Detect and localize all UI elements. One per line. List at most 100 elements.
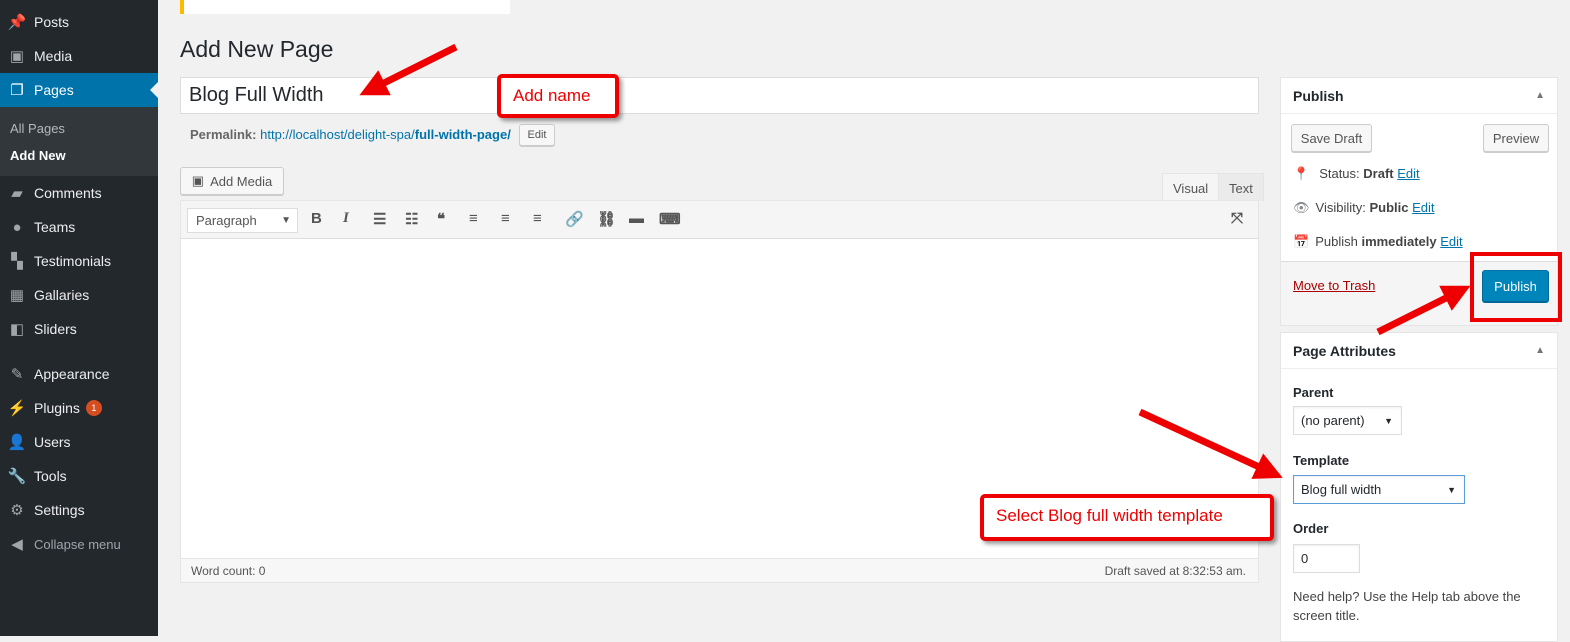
permalink: Permalink: http://localhost/delight-spa/…: [190, 127, 511, 142]
collapse-toggle-icon[interactable]: ▲: [1535, 90, 1545, 101]
pin-icon: 📍: [1293, 166, 1310, 181]
eye-icon: 👁: [1293, 200, 1310, 215]
label: Plugins: [34, 400, 80, 416]
pages-icon: ❐: [10, 82, 24, 99]
align-right-icon[interactable]: ≡: [533, 210, 542, 227]
label: Tools: [34, 468, 67, 484]
add-media-button[interactable]: ▣ Add Media: [180, 167, 284, 195]
admin-notice: [180, 0, 510, 14]
settings-icon: ⚙: [10, 502, 24, 519]
draft-saved: Draft saved at 8:32:53 am.: [1104, 564, 1246, 578]
label: Settings: [34, 502, 85, 518]
read-more-icon[interactable]: ▬: [629, 210, 644, 227]
sidebar-item-users[interactable]: 👤 Users: [0, 425, 158, 459]
collapse-toggle-icon[interactable]: ▲: [1535, 345, 1545, 356]
sidebar-item-pages[interactable]: ❐ Pages: [0, 73, 158, 107]
align-center-icon[interactable]: ≡: [501, 210, 510, 227]
visibility-row: 👁 Visibility: Public Edit: [1293, 200, 1435, 215]
word-count: Word count: 0: [191, 564, 266, 578]
parent-label: Parent: [1293, 385, 1334, 400]
numbered-list-icon[interactable]: ☷: [405, 210, 418, 228]
status-edit-link[interactable]: Edit: [1397, 166, 1419, 181]
brush-icon: ✎: [10, 366, 24, 383]
label: Collapse menu: [34, 536, 121, 552]
user-icon: 👤: [7, 434, 27, 451]
sidebar-item-plugins[interactable]: ⚡ Plugins 1: [0, 391, 158, 425]
sidebar-item-settings[interactable]: ⚙ Settings: [0, 493, 158, 527]
template-select[interactable]: Blog full width ▼: [1293, 475, 1465, 504]
preview-button[interactable]: Preview: [1483, 124, 1549, 152]
sidebar-item-appearance[interactable]: ✎ Appearance: [0, 357, 158, 391]
status-row: 📍 Status: Draft Edit: [1293, 166, 1420, 181]
page-attributes-box: Page Attributes ▲ Parent (no parent) ▼ Tem…: [1280, 332, 1558, 642]
calendar-icon: 📅: [1293, 234, 1310, 249]
callout-add-name: Add name: [497, 74, 619, 118]
tab-visual[interactable]: Visual: [1162, 173, 1220, 201]
order-label: Order: [1293, 521, 1329, 536]
sidebar-item-gallaries[interactable]: ▦ Gallaries: [0, 278, 158, 312]
submenu-all-pages[interactable]: All Pages: [10, 121, 65, 136]
format-select[interactable]: Paragraph ▼: [187, 208, 298, 233]
toolbar-toggle-icon[interactable]: ⌨: [659, 210, 681, 228]
admin-sidebar: 📌 Posts ▣ Media ❐ Pages All Pages Add New ▰…: [0, 0, 158, 636]
slides-icon: ◧: [9, 321, 25, 338]
callout-select-template: Select Blog full width template: [980, 494, 1274, 541]
media-icon: ▣: [191, 173, 205, 188]
editor-toolbar: Paragraph ▼ B I ☰ ☷ ❝ ≡ ≡ ≡ 🔗 ⛓ ▬ ⌨ ⤧: [181, 201, 1258, 239]
media-icon: ▣: [9, 48, 25, 65]
permalink-link[interactable]: http://localhost/delight-spa/full-width-…: [260, 127, 511, 142]
template-label: Template: [1293, 453, 1350, 468]
sidebar-item-media[interactable]: ▣ Media: [0, 39, 158, 73]
permalink-label: Permalink:: [190, 127, 257, 142]
sidebar-item-comments[interactable]: ▰ Comments: [0, 176, 158, 210]
label: Sliders: [34, 321, 77, 337]
permalink-edit-button[interactable]: Edit: [519, 124, 555, 146]
align-left-icon[interactable]: ≡: [469, 210, 478, 227]
publish-title: Publish: [1293, 88, 1344, 104]
label: Media: [34, 48, 73, 64]
parent-select[interactable]: (no parent) ▼: [1293, 406, 1402, 435]
label: Pages: [34, 82, 74, 98]
label: Testimonials: [34, 253, 112, 269]
collapse-icon: ◀: [11, 536, 23, 553]
sidebar-item-teams[interactable]: ● Teams: [0, 210, 158, 244]
bullet-list-icon[interactable]: ☰: [373, 210, 386, 228]
groups-icon: ●: [12, 218, 22, 236]
visibility-edit-link[interactable]: Edit: [1412, 200, 1434, 215]
link-icon[interactable]: 🔗: [565, 210, 584, 228]
page-title: Add New Page: [180, 36, 334, 62]
update-badge: 1: [85, 400, 102, 416]
plugin-icon: ⚡: [7, 400, 27, 417]
order-input[interactable]: 0: [1293, 544, 1360, 573]
tab-text[interactable]: Text: [1218, 173, 1264, 201]
bold-icon[interactable]: B: [311, 210, 322, 227]
wrench-icon: 🔧: [7, 468, 27, 485]
save-draft-button[interactable]: Save Draft: [1291, 124, 1372, 152]
label: Gallaries: [34, 287, 90, 303]
label: Appearance: [34, 366, 110, 382]
schedule-edit-link[interactable]: Edit: [1440, 234, 1462, 249]
label: Posts: [34, 14, 70, 30]
unlink-icon[interactable]: ⛓: [597, 210, 616, 228]
gallery-icon: ▦: [9, 287, 25, 304]
editor-status-bar: Word count: 0 Draft saved at 8:32:53 am.: [181, 558, 1258, 582]
pages-submenu: All Pages Add New: [0, 107, 158, 176]
publish-box: Publish ▲ Save Draft Preview 📍 Status: Dra…: [1280, 77, 1558, 326]
sidebar-item-testimonials[interactable]: ▚ Testimonials: [0, 244, 158, 278]
label: Add Media: [210, 173, 273, 189]
collapse-menu[interactable]: ◀ Collapse menu: [0, 527, 158, 561]
italic-icon[interactable]: I: [343, 210, 349, 227]
comment-icon: ▰: [11, 185, 23, 202]
help-text: Need help? Use the Help tab above the sc…: [1293, 589, 1521, 623]
sidebar-item-tools[interactable]: 🔧 Tools: [0, 459, 158, 493]
sidebar-item-posts[interactable]: 📌 Posts: [0, 5, 158, 39]
sidebar-item-sliders[interactable]: ◧ Sliders: [0, 312, 158, 346]
label: Teams: [34, 219, 76, 235]
move-to-trash-link[interactable]: Move to Trash: [1293, 278, 1375, 293]
submenu-add-new[interactable]: Add New: [10, 148, 66, 163]
blockquote-icon[interactable]: ❝: [437, 210, 445, 228]
publish-button[interactable]: Publish: [1482, 270, 1549, 302]
title-input[interactable]: Blog Full Width: [180, 77, 1259, 114]
fullscreen-icon[interactable]: ⤧: [1231, 210, 1243, 227]
testimonial-icon: ▚: [11, 253, 23, 270]
